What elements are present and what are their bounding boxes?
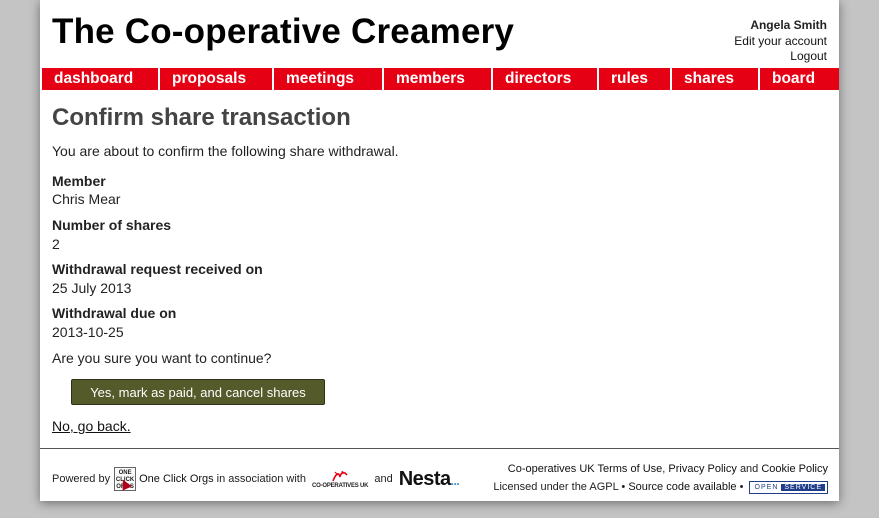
page-container: The Co-operative Creamery Angela Smith E… [40,0,839,501]
open-service-badge-open: OPEN [754,483,779,491]
nav-directors[interactable]: directors [493,68,597,90]
edit-account-link[interactable]: Edit your account [734,34,827,50]
page-heading: Confirm share transaction [52,104,351,131]
footer-divider [40,448,839,449]
number-of-shares-label: Number of shares [52,217,172,233]
cooperatives-uk-mark-icon [332,470,348,482]
open-service-badge-service: SERVICE [781,483,825,491]
bullet-separator-2: • [739,481,744,493]
powered-by-text: Powered by [52,473,111,485]
cooperatives-uk-link[interactable]: Co-operatives UK [508,463,595,475]
member-label: Member [52,173,106,189]
nav-dashboard[interactable]: dashboard [42,68,158,90]
footer-links: Co-operatives UK Terms of Use, Privacy P… [493,460,828,496]
and-text-2: and [739,463,759,475]
intro-text: You are about to confirm the following s… [52,143,399,159]
one-click-orgs-link[interactable]: One Click Orgs [139,473,214,485]
member-value: Chris Mear [52,191,121,207]
terms-of-use-link[interactable]: Terms of Use [597,463,662,475]
withdrawal-request-label: Withdrawal request received on [52,261,263,277]
footer-credits: Powered by ONE CLICK ORGS One Click Orgs… [52,467,460,491]
and-text: and [374,473,393,485]
withdrawal-due-value: 2013-10-25 [52,324,124,340]
nav-board[interactable]: board [760,68,839,90]
go-back-link[interactable]: No, go back. [52,418,131,434]
nesta-logo-text: Nesta [398,467,451,490]
license-text: Licensed under the AGPL [493,481,619,493]
logout-link[interactable]: Logout [734,49,827,65]
association-text: in association with [216,473,306,485]
confirm-question: Are you sure you want to continue? [52,350,272,366]
cooperatives-uk-logo[interactable]: CO-OPERATIVES UK [311,469,369,489]
cookie-policy-link[interactable]: Cookie Policy [761,463,828,475]
user-name: Angela Smith [750,18,827,32]
withdrawal-due-label: Withdrawal due on [52,305,177,321]
main-navigation: dashboard proposals meetings members dir… [42,68,839,90]
withdrawal-request-value: 25 July 2013 [52,280,132,296]
nesta-dots-icon: ... [450,473,460,488]
footer-links-row-2: Licensed under the AGPL • Source code av… [493,478,828,496]
nav-members[interactable]: members [384,68,491,90]
site-title: The Co-operative Creamery [52,12,515,51]
privacy-policy-link[interactable]: Privacy Policy [668,463,736,475]
cooperatives-uk-logo-text: CO-OPERATIVES UK [311,483,369,489]
number-of-shares-value: 2 [52,236,60,252]
open-service-badge[interactable]: OPEN SERVICE [748,480,828,494]
nav-meetings[interactable]: meetings [274,68,382,90]
nesta-logo[interactable]: Nesta... [399,468,460,491]
nav-proposals[interactable]: proposals [160,68,272,90]
nav-shares[interactable]: shares [672,68,758,90]
user-menu: Angela Smith Edit your account Logout [734,18,827,65]
one-click-orgs-logo[interactable]: ONE CLICK ORGS [114,467,137,491]
bullet-separator: • [621,481,626,493]
footer-links-row-1: Co-operatives UK Terms of Use, Privacy P… [507,463,828,475]
nav-rules[interactable]: rules [599,68,670,90]
source-code-link[interactable]: Source code available [628,481,736,493]
confirm-paid-button[interactable]: Yes, mark as paid, and cancel shares [71,379,325,405]
